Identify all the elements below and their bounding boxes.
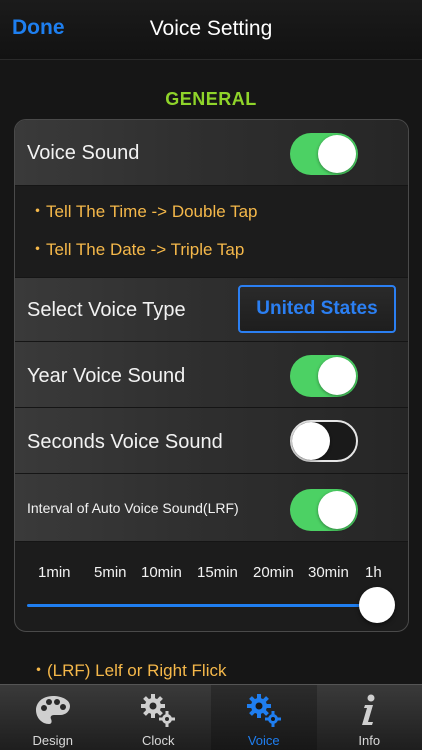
interval-tick-labels: 1min 5min 10min 15min 20min 30min 1h [15, 564, 408, 588]
year-voice-toggle[interactable] [290, 355, 358, 397]
interval-voice-toggle[interactable] [290, 489, 358, 531]
tip-tell-time: ・Tell The Time -> Double Tap [29, 202, 258, 221]
tab-info[interactable]: Info [317, 685, 422, 750]
seconds-voice-row: Seconds Voice Sound [15, 408, 408, 474]
toggle-knob [318, 135, 356, 173]
section-title-general: GENERAL [165, 89, 257, 109]
lrf-footnote: ・(LRF) Lelf or Right Flick [30, 661, 227, 680]
tick-label: 20min [253, 564, 294, 581]
general-settings-panel: Voice Sound ・Tell The Time -> Double Tap… [14, 119, 409, 632]
tick-label: 15min [197, 564, 238, 581]
year-voice-label: Year Voice Sound [27, 365, 186, 387]
toggle-knob [292, 422, 330, 460]
voice-sound-label: Voice Sound [27, 142, 140, 164]
interval-voice-label: Interval of Auto Voice Sound(LRF) [27, 500, 239, 516]
year-voice-row: Year Voice Sound [15, 342, 408, 408]
page-title: Voice Setting [149, 17, 273, 40]
palette-icon [35, 696, 70, 724]
tab-clock[interactable]: Clock [106, 685, 212, 750]
tab-voice[interactable]: Voice [211, 685, 317, 750]
interval-slider-track[interactable] [27, 604, 377, 607]
tab-info-label: Info [358, 733, 381, 748]
tip-tell-date: ・Tell The Date -> Triple Tap [29, 240, 245, 259]
toggle-knob [318, 357, 356, 395]
tick-label: 1h [365, 564, 382, 581]
voice-sound-toggle[interactable] [290, 133, 358, 175]
tick-label: 30min [308, 564, 349, 581]
gears-icon [141, 694, 176, 727]
tab-design-label: Design [32, 733, 73, 748]
info-icon [362, 694, 375, 725]
voice-type-label: Select Voice Type [27, 299, 186, 321]
tick-label: 1min [38, 564, 71, 581]
toggle-knob [318, 491, 356, 529]
interval-voice-row: Interval of Auto Voice Sound(LRF) [15, 474, 408, 542]
navigation-bar: Done Voice Setting [0, 0, 422, 60]
gears-icon [246, 694, 281, 727]
voice-sound-row: Voice Sound [15, 120, 408, 186]
tab-design[interactable]: Design [0, 685, 106, 750]
tab-clock-label: Clock [141, 733, 175, 748]
tick-label: 10min [141, 564, 182, 581]
seconds-voice-toggle[interactable] [290, 420, 358, 462]
voice-type-row: Select Voice Type United States [15, 278, 408, 342]
tab-voice-label: Voice [247, 733, 280, 748]
tab-bar: Design Clock Voice Info [0, 684, 422, 750]
voice-type-button[interactable]: United States [238, 285, 396, 333]
seconds-voice-label: Seconds Voice Sound [27, 431, 223, 453]
tick-label: 5min [94, 564, 127, 581]
interval-slider-thumb[interactable] [359, 587, 395, 623]
tips-block: ・Tell The Time -> Double Tap ・Tell The D… [15, 186, 408, 278]
